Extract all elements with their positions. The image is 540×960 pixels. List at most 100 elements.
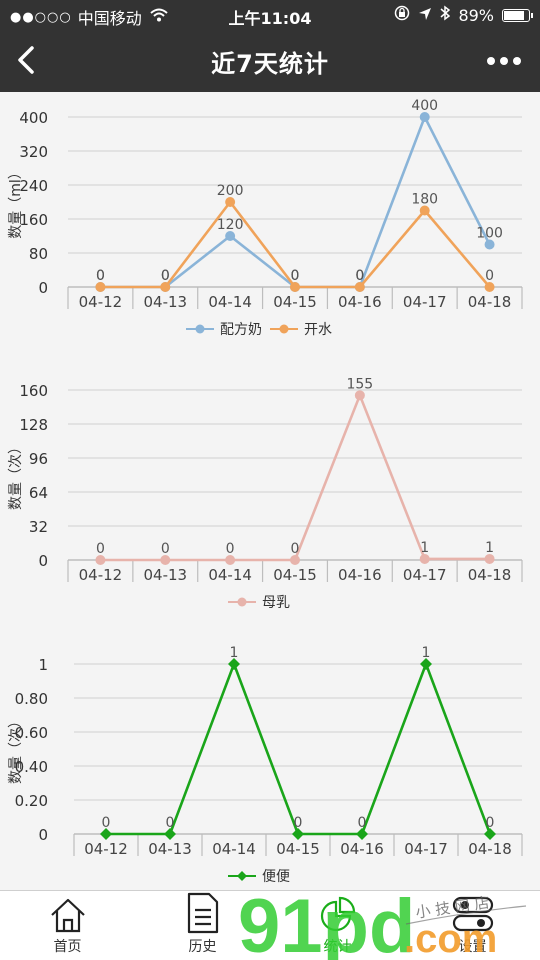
legend-item[interactable]: 开水 xyxy=(270,322,332,338)
y-tick-label: 0.80 xyxy=(15,690,48,708)
home-icon xyxy=(50,898,85,933)
y-axis-label: 数量（次） xyxy=(8,714,24,784)
y-tick-label: 0 xyxy=(38,552,48,570)
data-label: 0 xyxy=(96,268,105,284)
chart-3: 00.200.400.600.80104-12 04-13 04-14 04-15 04… xyxy=(8,645,523,885)
x-tick-label: 04-16 xyxy=(338,566,382,584)
x-tick-label: 04-13 xyxy=(143,566,187,584)
chart-1: 08016024032040004-12 04-13 04-14 04-15 04-16… xyxy=(8,98,523,338)
x-tick-label: 04-12 xyxy=(79,293,123,311)
data-label: 1 xyxy=(485,540,494,556)
y-tick-label: 0.20 xyxy=(15,792,48,810)
x-tick-label: 04-15 xyxy=(273,566,317,584)
data-label: 100 xyxy=(476,226,503,242)
tab-settings[interactable]: 设置 xyxy=(405,891,540,960)
x-tick-label: 04-14 xyxy=(208,566,252,584)
x-tick-label: 04-14 xyxy=(212,840,256,858)
x-tick-label: 04-16 xyxy=(340,840,384,858)
x-tick-label: 04-18 xyxy=(468,293,512,311)
data-label: 0 xyxy=(291,268,300,284)
data-label: 0 xyxy=(355,268,364,284)
tab-home[interactable]: 首页 xyxy=(0,891,135,960)
chart-2: 0 32 64 96 128 160 04-12 04-13 04-14 04-15 04-16 04… xyxy=(8,376,523,611)
charts-area: 0 80 160 240 320 400 04-12 04-13 04-14 04-15 04-16… xyxy=(0,92,540,890)
data-label: 0 xyxy=(226,541,235,557)
tab-stats[interactable]: 统计 xyxy=(270,891,405,960)
data-label: 1 xyxy=(230,645,239,661)
y-tick-label: 64 xyxy=(29,484,48,502)
tab-bar: 首页 历史 统计 设置 xyxy=(0,890,540,960)
x-tick-label: 04-13 xyxy=(148,840,192,858)
legend-marker xyxy=(237,871,247,881)
x-tick-label: 04-15 xyxy=(276,840,320,858)
y-tick-label: 1 xyxy=(38,656,48,674)
y-tick-label: 0 xyxy=(38,279,48,297)
x-tick-label: 04-18 xyxy=(468,566,512,584)
data-label: 0 xyxy=(161,541,170,557)
data-label: 155 xyxy=(346,376,373,392)
data-label: 180 xyxy=(411,192,438,208)
x-tick-label: 04-12 xyxy=(84,840,128,858)
data-label: 1 xyxy=(420,540,429,556)
tab-history-label: 历史 xyxy=(188,939,217,955)
data-label: 1 xyxy=(422,645,431,661)
legend-marker xyxy=(195,324,205,334)
page-title: 近7天统计 xyxy=(211,50,329,78)
legend-label: 母乳 xyxy=(262,595,290,611)
y-tick-label: 80 xyxy=(29,245,48,263)
y-axis-label: 数量（ml） xyxy=(8,165,24,239)
x-tick-label: 04-16 xyxy=(338,293,382,311)
x-tick-label: 04-18 xyxy=(468,840,512,858)
battery-icon xyxy=(502,8,533,22)
battery-percent: 89% xyxy=(458,5,494,25)
legend-item[interactable]: 母乳 xyxy=(228,595,290,611)
document-icon xyxy=(187,892,218,934)
battery-level-fill xyxy=(504,10,524,20)
data-label: 120 xyxy=(217,217,244,233)
x-tick-label: 04-15 xyxy=(273,293,317,311)
y-tick-label: 96 xyxy=(29,450,48,468)
legend-item[interactable]: 便便 xyxy=(228,869,290,885)
data-label: 0 xyxy=(161,268,170,284)
tab-settings-label: 设置 xyxy=(458,939,487,955)
data-label: 0 xyxy=(358,815,367,831)
more-dots-icon xyxy=(487,57,521,65)
data-label: 0 xyxy=(166,815,175,831)
legend-item[interactable]: 配方奶 xyxy=(186,322,262,338)
data-label: 200 xyxy=(217,183,244,199)
tab-history[interactable]: 历史 xyxy=(135,891,270,960)
x-tick-label: 04-14 xyxy=(208,293,252,311)
data-label: 0 xyxy=(485,268,494,284)
legend-label: 开水 xyxy=(304,322,332,338)
series-line-母乳 xyxy=(100,394,490,562)
data-label: 0 xyxy=(96,541,105,557)
data-label: 0 xyxy=(102,815,111,831)
y-tick-label: 0 xyxy=(38,826,48,844)
pie-chart-icon xyxy=(320,896,355,932)
y-tick-label: 160 xyxy=(19,382,48,400)
x-tick-label: 04-17 xyxy=(403,293,447,311)
y-tick-label: 32 xyxy=(29,518,48,536)
status-bar: ●●○○○ 中国移动 上午11:04 89% xyxy=(0,0,540,30)
x-tick-label: 04-17 xyxy=(403,566,447,584)
y-tick-label: 320 xyxy=(19,143,48,161)
charts-canvas: 08016024032040004-12 04-13 04-14 04-15 04-16… xyxy=(8,98,523,885)
legend-marker xyxy=(279,324,289,334)
series-line-便便 xyxy=(106,662,492,836)
legend-label: 便便 xyxy=(262,869,290,885)
x-tick-label: 04-13 xyxy=(143,293,187,311)
location-icon xyxy=(418,6,432,25)
toggle-icon xyxy=(452,896,493,932)
tab-stats-label: 统计 xyxy=(323,939,352,955)
y-tick-label: 400 xyxy=(19,109,48,127)
nav-bar: 近7天统计 xyxy=(0,30,540,92)
data-label: 0 xyxy=(486,815,495,831)
x-tick-label: 04-17 xyxy=(404,840,448,858)
more-options-button[interactable] xyxy=(486,48,522,68)
lock-rotation-icon xyxy=(394,5,410,25)
legend-label: 配方奶 xyxy=(220,322,262,338)
tab-home-label: 首页 xyxy=(53,939,82,955)
x-tick-label: 04-12 xyxy=(79,566,123,584)
data-label: 0 xyxy=(294,815,303,831)
data-label: 0 xyxy=(291,541,300,557)
